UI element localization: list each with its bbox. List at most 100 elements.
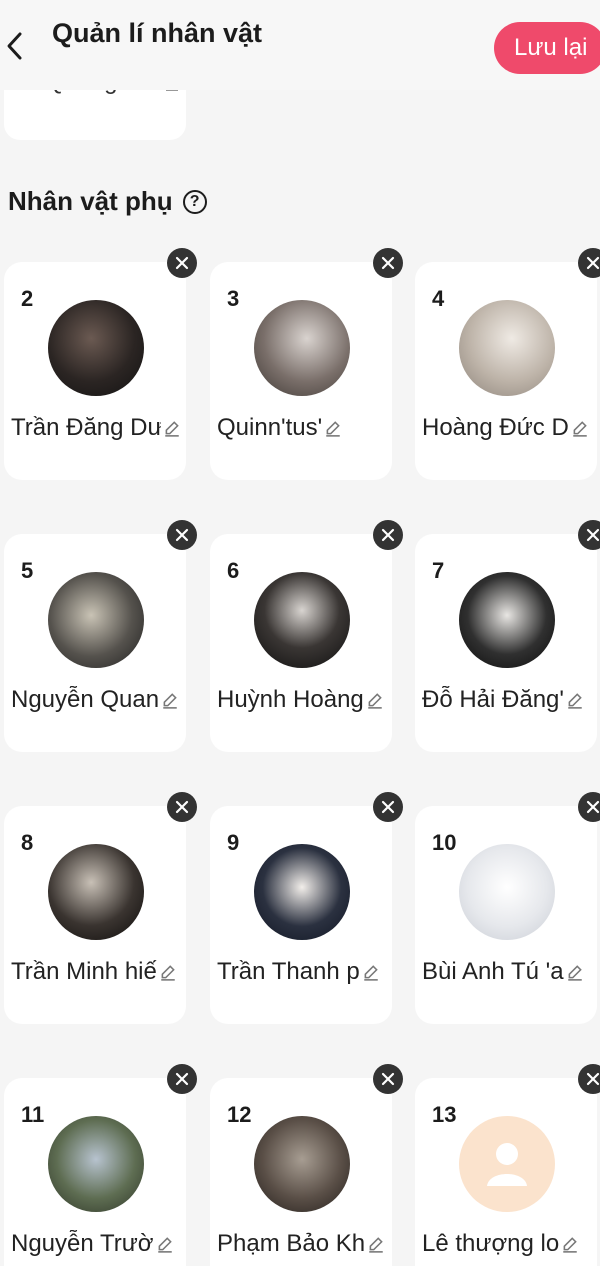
close-icon [381, 1072, 395, 1086]
character-number: 6 [227, 558, 240, 583]
character-name-text: Trần Thanh p [217, 958, 360, 985]
save-button[interactable]: Lưu lại [494, 22, 600, 74]
edit-icon[interactable] [163, 419, 181, 437]
character-name-text: Nguyễn Trườ [11, 1230, 154, 1257]
edit-icon[interactable] [561, 1235, 579, 1253]
character-avatar[interactable] [48, 844, 144, 940]
character-card[interactable]: 8 Trần Minh hiế [4, 806, 186, 1024]
character-avatar[interactable] [254, 300, 350, 396]
character-name[interactable]: Hoàng Đức D [422, 412, 592, 444]
question-circle-icon[interactable]: ? [182, 189, 207, 214]
character-name-text: Nguyễn Quan [11, 686, 160, 713]
character-card[interactable]: 4 Hoàng Đức D [415, 262, 597, 480]
close-icon [586, 800, 600, 814]
close-icon [381, 528, 395, 542]
character-name[interactable]: Lê thượng lo [422, 1228, 592, 1260]
edit-icon[interactable] [362, 963, 380, 981]
chevron-left-icon [7, 32, 22, 60]
character-card[interactable]: 6 Huỳnh Hoàng [210, 534, 392, 752]
page-title: Quản lí nhân vật [52, 18, 263, 48]
character-avatar[interactable] [459, 300, 555, 396]
close-icon [175, 800, 189, 814]
remove-character-button[interactable] [578, 520, 600, 550]
character-avatar[interactable] [48, 300, 144, 396]
remove-character-button[interactable] [167, 792, 197, 822]
edit-icon[interactable] [571, 419, 589, 437]
default-avatar[interactable] [459, 1116, 555, 1212]
edit-icon[interactable] [161, 691, 179, 709]
character-name-text: Quinn'tus' [217, 414, 323, 441]
character-name[interactable]: Bùi Anh Tú 'a [422, 956, 592, 988]
remove-character-button[interactable] [167, 520, 197, 550]
character-name-text: Bùi Anh Tú 'a [422, 958, 564, 985]
edit-icon[interactable] [367, 1235, 385, 1253]
character-number: 3 [227, 286, 240, 311]
character-name[interactable]: Đỗ Hải Đăng' [422, 684, 592, 716]
edit-icon[interactable] [566, 691, 584, 709]
character-name-text: Đỗ Hải Đăng' [422, 686, 564, 713]
character-number: 12 [227, 1102, 252, 1127]
character-name-text: Huỳnh Hoàng [217, 686, 364, 713]
character-avatar[interactable] [254, 1116, 350, 1212]
edit-icon[interactable] [366, 691, 384, 709]
edit-icon[interactable] [159, 963, 177, 981]
section-heading: Nhân vật phụ ? [8, 186, 207, 217]
remove-character-button[interactable] [373, 520, 403, 550]
character-name-text: Trần Đăng Dư [11, 414, 161, 441]
character-name-text: Hoàng Đức D [422, 414, 569, 441]
character-name-text: Lê thượng lo [422, 1230, 560, 1257]
close-icon [381, 800, 395, 814]
character-name-text: Trần Minh hiế [11, 958, 157, 985]
close-icon [381, 256, 395, 270]
remove-character-button[interactable] [373, 1064, 403, 1094]
character-card[interactable]: 5 Nguyễn Quan [4, 534, 186, 752]
character-number: 4 [432, 286, 445, 311]
close-icon [175, 1072, 189, 1086]
character-avatar[interactable] [48, 572, 144, 668]
close-icon [586, 1072, 600, 1086]
character-avatar[interactable] [48, 1116, 144, 1212]
character-card[interactable]: 10 Bùi Anh Tú 'a [415, 806, 597, 1024]
character-avatar[interactable] [459, 572, 555, 668]
close-icon [175, 528, 189, 542]
remove-character-button[interactable] [167, 248, 197, 278]
character-name[interactable]: Trần Thanh p [217, 956, 387, 988]
remove-character-button[interactable] [578, 1064, 600, 1094]
remove-character-button[interactable] [578, 792, 600, 822]
character-avatar[interactable] [254, 572, 350, 668]
character-name[interactable]: Nguyễn Trườ [11, 1228, 181, 1260]
top-bar: Quản lí nhân vật Lưu lại [0, 0, 600, 90]
remove-character-button[interactable] [167, 1064, 197, 1094]
character-number: 13 [432, 1102, 457, 1127]
character-avatar[interactable] [254, 844, 350, 940]
close-icon [586, 256, 600, 270]
character-card[interactable]: 11 Nguyễn Trườ [4, 1078, 186, 1266]
character-number: 7 [432, 558, 445, 583]
character-name[interactable]: Quinn'tus' [217, 412, 387, 444]
character-card[interactable]: 9 Trần Thanh p [210, 806, 392, 1024]
character-card[interactable]: 13 Lê thượng lo [415, 1078, 597, 1266]
character-number: 5 [21, 558, 34, 583]
character-name[interactable]: Trần Minh hiế [11, 956, 181, 988]
back-button[interactable] [0, 26, 30, 66]
character-avatar[interactable] [459, 844, 555, 940]
character-name[interactable]: Nguyễn Quan [11, 684, 181, 716]
character-number: 8 [21, 830, 34, 855]
character-name[interactable]: Trần Đăng Dư [11, 412, 181, 444]
character-number: 11 [21, 1102, 45, 1127]
character-card[interactable]: 7 Đỗ Hải Đăng' [415, 534, 597, 752]
character-number: 9 [227, 830, 240, 855]
character-card[interactable]: 12 Phạm Bảo Kh [210, 1078, 392, 1266]
person-placeholder-icon [487, 1143, 527, 1186]
character-card[interactable]: 2 Trần Đăng Dư [4, 262, 186, 480]
remove-character-button[interactable] [373, 792, 403, 822]
edit-icon[interactable] [324, 419, 342, 437]
character-name[interactable]: Huỳnh Hoàng [217, 684, 387, 716]
edit-icon[interactable] [156, 1235, 174, 1253]
character-name[interactable]: Phạm Bảo Kh [217, 1228, 387, 1260]
edit-icon[interactable] [566, 963, 584, 981]
remove-character-button[interactable] [373, 248, 403, 278]
character-card[interactable]: 3 Quinn'tus' [210, 262, 392, 480]
close-icon [586, 528, 600, 542]
remove-character-button[interactable] [578, 248, 600, 278]
